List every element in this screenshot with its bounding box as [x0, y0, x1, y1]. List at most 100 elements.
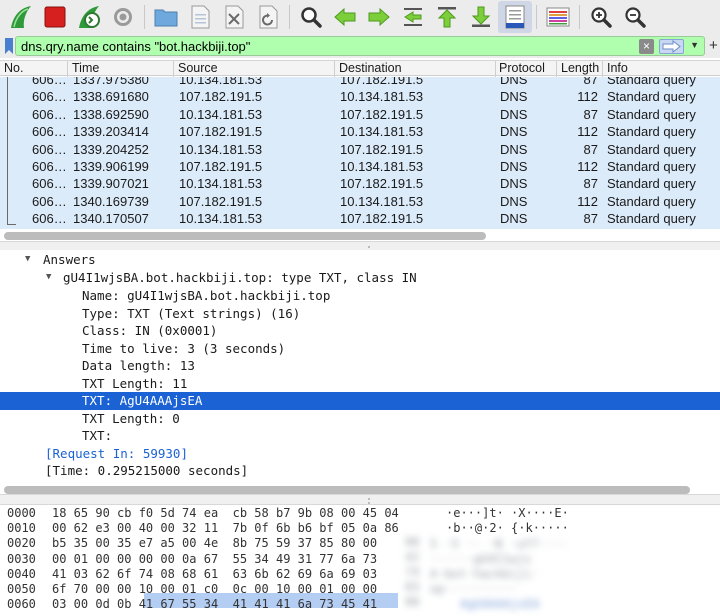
- clear-filter-button[interactable]: ×: [639, 39, 654, 54]
- open-file-button[interactable]: [149, 1, 183, 33]
- column-header-length[interactable]: Length: [561, 61, 599, 76]
- field-txt-2[interactable]: TXT:: [0, 427, 720, 445]
- request-in-link[interactable]: [Request In: 59930]: [0, 445, 720, 463]
- find-packet-icon: [301, 7, 322, 28]
- packet-protocol: DNS: [500, 106, 528, 122]
- stop-capture-button[interactable]: [38, 1, 72, 33]
- toolbar-separator: [144, 5, 145, 29]
- reload-file-button[interactable]: [251, 1, 285, 33]
- expanded-chevron-icon[interactable]: ▼: [25, 251, 30, 269]
- go-forward-button[interactable]: [362, 1, 396, 33]
- find-packet-button[interactable]: [294, 1, 328, 33]
- column-header-protocol[interactable]: Protocol: [499, 61, 545, 76]
- details-horizontal-scrollbar[interactable]: [4, 486, 690, 494]
- bookmark-icon: [5, 38, 13, 54]
- packet-length: 112: [577, 193, 598, 209]
- column-header-time[interactable]: Time: [72, 61, 99, 76]
- packet-time: 1338.692590: [73, 106, 149, 122]
- packet-row[interactable]: 606… 1339.906199 107.182.191.5 10.134.181.5…: [0, 158, 720, 175]
- column-header-no[interactable]: No.: [4, 61, 23, 76]
- column-header-source[interactable]: Source: [178, 61, 218, 76]
- field-txt-selected[interactable]: TXT: AgU4AAAjsEA: [0, 392, 720, 410]
- restart-capture-button[interactable]: [72, 1, 106, 33]
- packet-length: 87: [583, 141, 598, 157]
- field-data-length[interactable]: Data length: 13: [0, 357, 720, 375]
- bytes-hex: 03 00 0d 0b 41 67 55 34 41 41 41 6a 73 4…: [52, 597, 378, 612]
- packet-row[interactable]: 606… 1338.692590 10.134.181.53 107.182.191.…: [0, 106, 720, 123]
- answers-label: Answers: [43, 252, 96, 267]
- packet-details-pane[interactable]: ▼ Answers ▼ gU4I1wjsBA.bot.hackbiji.top:…: [0, 250, 720, 482]
- pane-splitter[interactable]: [0, 494, 720, 505]
- field-name[interactable]: Name: gU4I1wjsBA.bot.hackbiji.top: [0, 287, 720, 305]
- field-type[interactable]: Type: TXT (Text strings) (16): [0, 305, 720, 323]
- packet-destination: 10.134.181.53: [340, 193, 424, 209]
- capture-options-button[interactable]: [106, 1, 140, 33]
- close-file-button[interactable]: [217, 1, 251, 33]
- go-back-button[interactable]: [328, 1, 362, 33]
- packet-row[interactable]: 606… 1339.204252 10.134.181.53 107.182.191.…: [0, 141, 720, 158]
- bytes-row[interactable]: 0010 00 62 e3 00 40 00 32 11 7b 0f 6b b6 …: [0, 521, 720, 536]
- save-file-button[interactable]: [183, 1, 217, 33]
- field-text: TXT Length: 11: [82, 375, 188, 391]
- packet-protocol: DNS: [500, 176, 528, 192]
- packet-protocol: DNS: [500, 159, 528, 174]
- bytes-row[interactable]: 0060 03 00 0d 0b 41 67 55 34 41 41 41 6a …: [0, 597, 720, 612]
- filter-text: dns.qry.name contains "bot.hackbiji.top": [21, 39, 251, 54]
- colorize-button[interactable]: [541, 1, 575, 33]
- packet-number: 606…: [32, 106, 67, 122]
- bytes-ascii: ·b··@·2· {·k·····: [446, 521, 569, 536]
- packet-length: 87: [583, 211, 598, 227]
- packet-row[interactable]: 606… 1339.907021 10.134.181.53 107.182.191.…: [0, 175, 720, 192]
- packet-row[interactable]: 606… 1339.203414 107.182.191.5 10.134.181.5…: [0, 123, 720, 140]
- apply-arrow-icon: [662, 39, 681, 54]
- bytes-offset: 0060: [7, 597, 36, 612]
- bytes-offset: 0000: [7, 506, 36, 520]
- packet-number: 606…: [32, 159, 67, 174]
- auto-scroll-button[interactable]: [498, 1, 532, 33]
- start-capture-button[interactable]: [4, 1, 38, 33]
- bytes-offset: 0030: [7, 551, 36, 566]
- go-to-packet-button[interactable]: [396, 1, 430, 33]
- toolbar-separator: [289, 5, 290, 29]
- bytes-row[interactable]: 0050 6f 70 00 00 10 00 01 c0 0c 00 10 00 …: [0, 582, 720, 597]
- field-ttl[interactable]: Time to live: 3 (3 seconds): [0, 340, 720, 358]
- packet-list-horizontal-scrollbar[interactable]: [4, 232, 486, 240]
- bytes-row[interactable]: 0000 18 65 90 cb f0 5d 74 ea cb 58 b7 9b …: [0, 506, 720, 521]
- packet-row[interactable]: 606… 1340.169739 107.182.191.5 10.134.181.5…: [0, 193, 720, 210]
- zoom-out-button[interactable]: [618, 1, 652, 33]
- bytes-hex: 00 62 e3 00 40 00 32 11 7b 0f 6b b6 bf 0…: [52, 521, 399, 536]
- go-first-packet-button[interactable]: [430, 1, 464, 33]
- packet-bytes-pane[interactable]: 5 ·5 ·· ·N ·uY7···· ······gU4I1wjs A·bot…: [0, 505, 720, 616]
- answer-record-node[interactable]: ▼ gU4I1wjsBA.bot.hackbiji.top: type TXT,…: [0, 269, 720, 287]
- bytes-row[interactable]: 0040 41 03 62 6f 74 08 68 61 63 6b 62 69 …: [0, 567, 720, 582]
- column-header-info[interactable]: Info: [607, 61, 628, 76]
- restart-capture-icon: [79, 6, 100, 28]
- column-divider: [334, 61, 335, 77]
- packet-list[interactable]: 606… 1337.975380 10.134.181.53 107.182.191.…: [0, 77, 720, 229]
- expanded-chevron-icon[interactable]: ▼: [46, 269, 51, 287]
- column-header-destination[interactable]: Destination: [339, 61, 402, 76]
- field-txt-length-2[interactable]: TXT Length: 0: [0, 410, 720, 428]
- bytes-row[interactable]: 0020 b5 35 00 35 e7 a5 00 4e 8b 75 59 37 …: [0, 536, 720, 551]
- packet-protocol: DNS: [500, 141, 528, 157]
- field-class[interactable]: Class: IN (0x0001): [0, 322, 720, 340]
- go-last-packet-button[interactable]: [464, 1, 498, 33]
- packet-row[interactable]: 606… 1338.691680 107.182.191.5 10.134.181.5…: [0, 88, 720, 105]
- field-txt-length[interactable]: TXT Length: 11: [0, 375, 720, 393]
- filter-history-dropdown-icon[interactable]: ▼: [690, 40, 699, 50]
- packet-time: 1339.906199: [73, 159, 149, 174]
- apply-filter-button[interactable]: [659, 39, 684, 54]
- packet-row[interactable]: 606… 1340.170507 10.134.181.53 107.182.191.…: [0, 210, 720, 227]
- packet-number: 606…: [32, 89, 67, 105]
- packet-row[interactable]: 606… 1337.975380 10.134.181.53 107.182.191.…: [0, 77, 720, 88]
- add-filter-button-plus-icon[interactable]: +: [709, 37, 718, 54]
- column-divider: [173, 61, 174, 77]
- answers-tree-node[interactable]: ▼ Answers: [0, 251, 720, 269]
- packet-source: 107.182.191.5: [179, 124, 263, 140]
- filter-bookmark-button[interactable]: [2, 36, 16, 56]
- response-time[interactable]: [Time: 0.295215000 seconds]: [0, 462, 720, 480]
- display-filter-input[interactable]: dns.qry.name contains "bot.hackbiji.top"…: [15, 36, 705, 56]
- zoom-in-button[interactable]: [584, 1, 618, 33]
- bytes-row[interactable]: 0030 00 01 00 00 00 00 0a 67 55 34 49 31 …: [0, 552, 720, 567]
- request-in-text[interactable]: [Request In: 59930]: [45, 445, 188, 463]
